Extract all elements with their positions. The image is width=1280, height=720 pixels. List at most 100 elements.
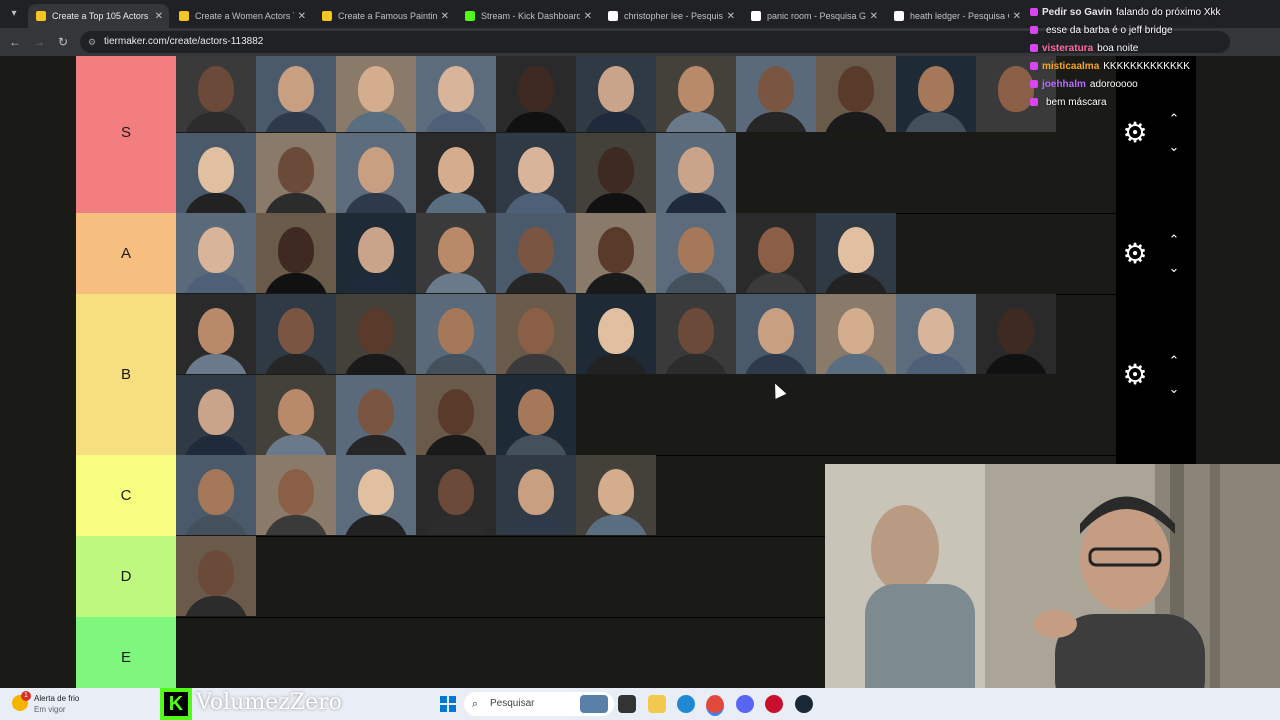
- browser-tab[interactable]: #f3c623 Create a Top 105 Actors Tier ✕: [28, 4, 169, 28]
- tier-label[interactable]: B: [76, 294, 176, 455]
- edge-icon[interactable]: [677, 695, 695, 713]
- actor-photo-tile[interactable]: [896, 294, 976, 374]
- actor-photo-tile[interactable]: [416, 213, 496, 293]
- actor-photo-tile[interactable]: [576, 294, 656, 374]
- actor-photo-tile[interactable]: [256, 213, 336, 293]
- actor-photo-tile[interactable]: [256, 132, 336, 213]
- actor-photo-tile[interactable]: [336, 132, 416, 213]
- move-tier-up-icon[interactable]: ⌃: [1162, 111, 1186, 127]
- actor-photo-tile[interactable]: [496, 132, 576, 213]
- actor-photo-tile[interactable]: [176, 213, 256, 293]
- browser-tab[interactable]: #ffffff christopher lee - Pesquisa ✕: [600, 4, 741, 28]
- actor-photo-tile[interactable]: [336, 374, 416, 455]
- move-tier-up-icon[interactable]: ⌃: [1162, 353, 1186, 369]
- task-view-icon[interactable]: [618, 695, 636, 713]
- actor-photo-tile[interactable]: [656, 56, 736, 132]
- actor-photo-tile[interactable]: [816, 294, 896, 374]
- tier-label[interactable]: E: [76, 617, 176, 688]
- actor-photo-tile[interactable]: [656, 213, 736, 293]
- tier-label[interactable]: S: [76, 56, 176, 213]
- move-tier-down-icon[interactable]: ⌄: [1162, 381, 1186, 397]
- actor-photo-tile[interactable]: [256, 455, 336, 535]
- actor-photo-tile[interactable]: [176, 455, 256, 535]
- actor-photo-tile[interactable]: [176, 294, 256, 374]
- tier-label[interactable]: A: [76, 213, 176, 294]
- actor-photo-tile[interactable]: [336, 455, 416, 535]
- tier-row-s[interactable]: S: [76, 56, 1116, 214]
- actor-photo-tile[interactable]: [576, 132, 656, 213]
- weather-alert-widget[interactable]: 1 Alerta de frio Em vigor: [12, 691, 132, 716]
- close-tab-icon[interactable]: ✕: [1013, 11, 1021, 22]
- actor-photo-tile[interactable]: [656, 294, 736, 374]
- actor-photo-tile[interactable]: [256, 294, 336, 374]
- browser-tab[interactable]: #ffffff panic room - Pesquisa Goo ✕: [743, 4, 884, 28]
- close-tab-icon[interactable]: ✕: [298, 11, 306, 22]
- move-tier-down-icon[interactable]: ⌄: [1162, 260, 1186, 276]
- actor-photo-tile[interactable]: [256, 56, 336, 132]
- close-tab-icon[interactable]: ✕: [155, 11, 163, 22]
- tab-search-menu-icon[interactable]: ▾: [6, 6, 22, 22]
- tier-label[interactable]: D: [76, 536, 176, 617]
- tier-row-a[interactable]: A: [76, 213, 1116, 295]
- close-tab-icon[interactable]: ✕: [584, 11, 592, 22]
- tier-settings-gear-icon[interactable]: ⚙: [1119, 117, 1151, 149]
- actor-photo-tile[interactable]: [336, 56, 416, 132]
- browser-tab[interactable]: #f3c623 Create a Famous Paintings ✕: [314, 4, 455, 28]
- actor-photo-tile[interactable]: [576, 455, 656, 535]
- actor-photo-tile[interactable]: [176, 536, 256, 616]
- actor-photo-tile[interactable]: [336, 294, 416, 374]
- site-info-icon[interactable]: ⚙: [88, 31, 96, 53]
- file-explorer-icon[interactable]: [648, 695, 666, 713]
- close-tab-icon[interactable]: ✕: [441, 11, 449, 22]
- actor-photo-tile[interactable]: [416, 294, 496, 374]
- actor-photo-tile[interactable]: [416, 56, 496, 132]
- actor-photo-tile[interactable]: [176, 374, 256, 455]
- steam-icon[interactable]: [795, 695, 813, 713]
- browser-tab[interactable]: #f3c623 Create a Women Actors Tier ✕: [171, 4, 312, 28]
- actor-photo-tile[interactable]: [176, 132, 256, 213]
- move-tier-up-icon[interactable]: ⌃: [1162, 232, 1186, 248]
- actor-photo-tile[interactable]: [576, 213, 656, 293]
- close-tab-icon[interactable]: ✕: [727, 11, 735, 22]
- close-tab-icon[interactable]: ✕: [870, 11, 878, 22]
- actor-face: [518, 146, 554, 193]
- actor-photo-tile[interactable]: [336, 213, 416, 293]
- actor-photo-tile[interactable]: [816, 213, 896, 293]
- actor-photo-tile[interactable]: [656, 132, 736, 213]
- actor-photo-tile[interactable]: [256, 374, 336, 455]
- tier-label[interactable]: C: [76, 455, 176, 536]
- browser-tab[interactable]: #53fc18 Stream - Kick Dashboard ✕: [457, 4, 598, 28]
- discord-icon[interactable]: [736, 695, 754, 713]
- actor-photo-tile[interactable]: [816, 56, 896, 132]
- tier-row-b[interactable]: B: [76, 294, 1116, 456]
- actor-photo-tile[interactable]: [176, 56, 256, 132]
- chrome-icon[interactable]: [706, 695, 724, 716]
- tier-settings-gear-icon[interactable]: ⚙: [1119, 238, 1151, 270]
- actor-photo-tile[interactable]: [736, 294, 816, 374]
- app-red-icon[interactable]: [765, 695, 783, 713]
- forward-arrow-icon[interactable]: →: [30, 33, 48, 51]
- actor-photo-tile[interactable]: [416, 455, 496, 535]
- back-arrow-icon[interactable]: ←: [6, 33, 24, 51]
- actor-photo-tile[interactable]: [496, 374, 576, 455]
- actor-photo-tile[interactable]: [496, 294, 576, 374]
- actor-photo-tile[interactable]: [416, 374, 496, 455]
- windows-start-icon[interactable]: [440, 696, 456, 712]
- widgets-icon[interactable]: [580, 695, 608, 713]
- browser-tab[interactable]: #ffffff heath ledger - Pesquisa Go ✕: [886, 4, 1027, 28]
- actor-photo-tile[interactable]: [416, 132, 496, 213]
- actor-shoulders: [664, 192, 728, 213]
- reload-icon[interactable]: ↻: [54, 33, 72, 51]
- actor-photo-tile[interactable]: [496, 213, 576, 293]
- actor-photo-tile[interactable]: [496, 455, 576, 535]
- tier-settings-gear-icon[interactable]: ⚙: [1119, 359, 1151, 391]
- actor-photo-tile[interactable]: [496, 56, 576, 132]
- actor-photo-tile[interactable]: [976, 294, 1056, 374]
- actor-photo-tile[interactable]: [896, 56, 976, 132]
- move-tier-down-icon[interactable]: ⌄: [1162, 139, 1186, 155]
- weather-alert-subtitle: Em vigor: [34, 705, 66, 714]
- actor-photo-tile[interactable]: [736, 56, 816, 132]
- actor-photo-tile[interactable]: [736, 213, 816, 293]
- actor-photo-tile[interactable]: [576, 56, 656, 132]
- actor-face: [518, 66, 554, 112]
